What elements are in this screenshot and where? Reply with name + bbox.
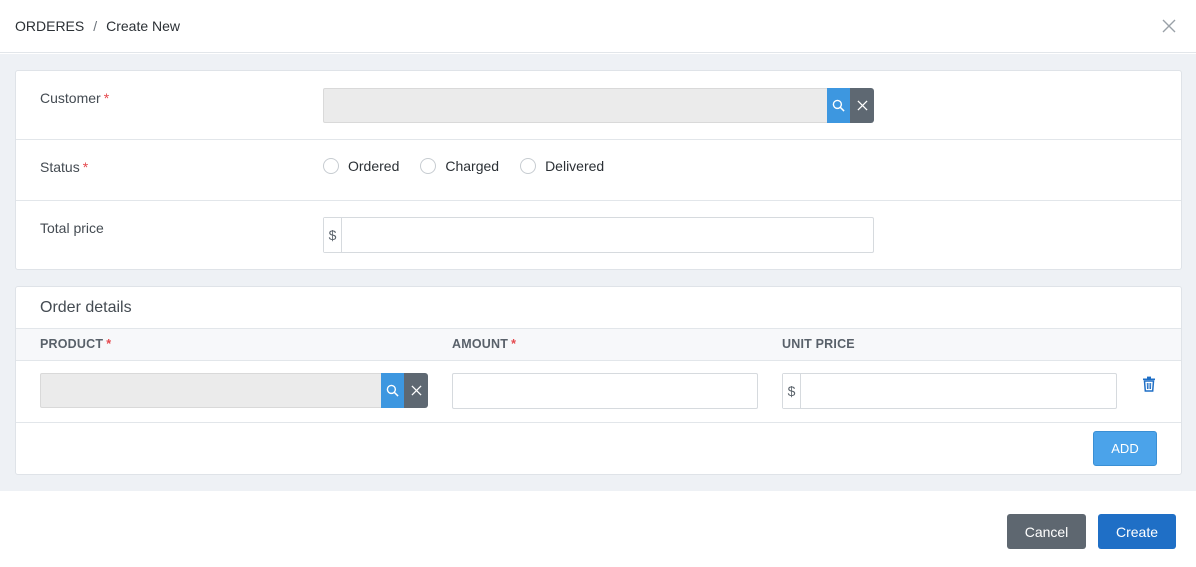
modal-body: Customer * Status * Ordered Charged Deli…: [0, 54, 1196, 491]
customer-lookup: [323, 88, 874, 123]
status-option-charged[interactable]: Charged: [420, 158, 499, 174]
radio-circle[interactable]: [323, 158, 339, 174]
status-option-label: Ordered: [348, 158, 400, 174]
close-icon: [856, 100, 868, 111]
product-lookup: [40, 373, 428, 408]
currency-prefix: $: [324, 218, 342, 252]
radio-circle[interactable]: [420, 158, 437, 174]
breadcrumb: ORDERES / Create New: [15, 18, 180, 34]
unit-price-input[interactable]: [801, 374, 1116, 408]
radio-circle[interactable]: [520, 158, 537, 174]
breadcrumb-current: Create New: [106, 18, 181, 34]
modal-header: ORDERES / Create New: [0, 0, 1196, 53]
order-details-card: Order details PRODUCT * AMOUNT * UNIT PRIC…: [15, 286, 1182, 475]
status-radio-group: Ordered Charged Delivered: [323, 158, 625, 174]
customer-row: Customer *: [16, 71, 1181, 140]
customer-search-button[interactable]: [827, 88, 850, 123]
add-row-button[interactable]: ADD: [1093, 431, 1157, 466]
status-option-ordered[interactable]: Ordered: [323, 158, 399, 174]
status-option-delivered[interactable]: Delivered: [520, 158, 604, 174]
order-details-title: Order details: [40, 299, 132, 316]
cancel-button[interactable]: Cancel: [1007, 514, 1086, 549]
currency-prefix: $: [783, 374, 801, 408]
breadcrumb-parent[interactable]: ORDERES: [15, 18, 84, 34]
unit-price-field: $: [782, 373, 1117, 409]
product-search-button[interactable]: [381, 373, 404, 408]
order-form-card: Customer * Status * Ordered Charged Deli…: [15, 70, 1182, 270]
close-icon[interactable]: [1161, 18, 1177, 34]
total-price-input[interactable]: [342, 218, 873, 252]
column-header-unit-price: UNIT PRICE: [782, 337, 855, 351]
total-price-field: $: [323, 217, 874, 253]
total-price-row: Total price $: [16, 201, 1181, 270]
required-mark: *: [511, 337, 517, 351]
column-header-product: PRODUCT *: [40, 337, 112, 351]
status-option-label: Charged: [445, 158, 500, 174]
required-mark: *: [103, 90, 110, 106]
product-field[interactable]: [40, 373, 381, 408]
customer-label: Customer *: [40, 90, 110, 106]
status-label: Status *: [40, 159, 89, 175]
search-icon: [386, 384, 399, 397]
column-header-amount: AMOUNT *: [452, 337, 517, 351]
customer-field[interactable]: [323, 88, 827, 123]
status-option-label: Delivered: [545, 158, 605, 174]
customer-clear-button[interactable]: [850, 88, 874, 123]
product-clear-button[interactable]: [404, 373, 428, 408]
status-row: Status * Ordered Charged Delivered: [16, 140, 1181, 201]
close-icon: [410, 385, 422, 396]
total-price-label: Total price: [40, 220, 104, 236]
search-icon: [832, 99, 845, 112]
table-row: $: [16, 361, 1181, 423]
required-mark: *: [106, 337, 112, 351]
trash-icon[interactable]: [1142, 376, 1156, 392]
amount-input[interactable]: [452, 373, 758, 409]
details-table-header: PRODUCT * AMOUNT * UNIT PRICE: [16, 328, 1181, 361]
create-button[interactable]: Create: [1098, 514, 1176, 549]
required-mark: *: [82, 159, 89, 175]
breadcrumb-separator: /: [93, 18, 98, 34]
